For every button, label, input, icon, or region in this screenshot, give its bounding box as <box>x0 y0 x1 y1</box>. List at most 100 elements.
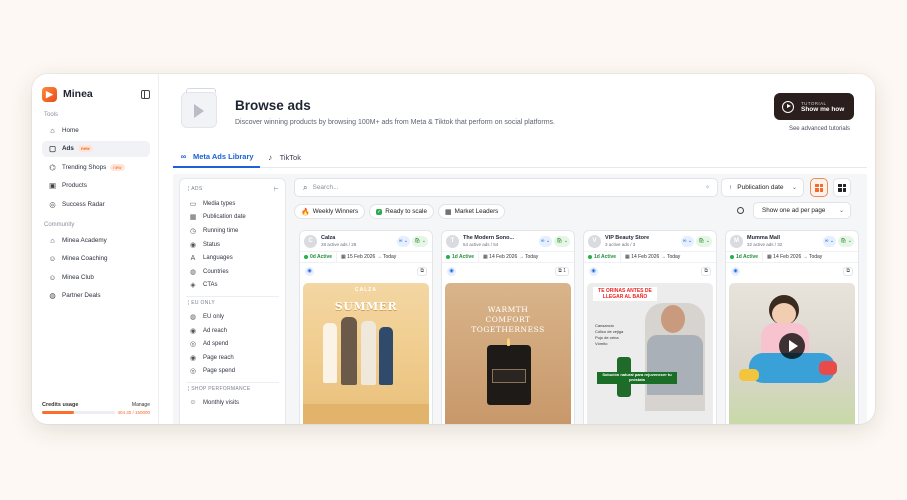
shopify-icon[interactable]: 🛍 ⌄ <box>554 235 570 247</box>
meta-platform-icon[interactable]: ∞ ⌄ <box>680 235 695 247</box>
sidebar-item-success-radar[interactable]: ◎ Success Radar <box>42 196 150 212</box>
filter-languages[interactable]: A Languages <box>186 251 279 265</box>
filter-label: Page reach <box>203 354 234 361</box>
filter-status[interactable]: ◉ Status <box>186 238 279 252</box>
search-icon: ⌕ <box>303 182 308 192</box>
sidebar-item-ads[interactable]: ▢ Ads new <box>42 140 150 157</box>
shopify-icon[interactable]: 🛍 ⌄ <box>838 235 854 247</box>
sidebar-item-minea-club[interactable]: ☺ Minea Club <box>42 269 150 285</box>
sort-icon: ↑ <box>729 184 733 191</box>
tiktok-icon: ♪ <box>268 152 273 162</box>
duplicates-icon[interactable]: ⧉ 1 <box>555 266 569 276</box>
shop-avatar[interactable]: M <box>730 234 743 248</box>
shop-name[interactable]: The Modern Sono... <box>463 235 514 242</box>
duplicates-icon[interactable]: ⧉ <box>701 266 711 276</box>
masonry-view-button[interactable] <box>833 178 851 197</box>
page-title: Browse ads <box>235 98 311 113</box>
sidebar-item-partner-deals[interactable]: ◍ Partner Deals <box>42 288 150 304</box>
page-subtitle: Discover winning products by browsing 10… <box>235 119 555 126</box>
magic-search-icon[interactable]: ✧ <box>705 184 710 191</box>
shop-name[interactable]: Calza <box>321 235 356 242</box>
ad-card[interactable]: C Calza 28 active ads / 28 ∞ ⌄ 🛍 ⌄ 0d Ac… <box>299 230 433 424</box>
advanced-tutorials-link[interactable]: See advanced tutorials <box>789 126 850 132</box>
chip-market-leaders[interactable]: ▦ Market Leaders <box>437 204 506 219</box>
meta-platform-icon[interactable]: ∞ ⌄ <box>822 235 837 247</box>
duplicates-icon[interactable]: ⧉ <box>843 266 853 276</box>
ad-creative[interactable]: CALZA SUMMER <box>303 283 429 424</box>
meta-platform-icon[interactable]: ∞ ⌄ <box>396 235 411 247</box>
active-status-badge: 0d Active <box>300 252 338 262</box>
ad-card[interactable]: T The Modern Sono... 54 active ads / 54 … <box>441 230 575 424</box>
creative-headline: TE ORINAS ANTES DE LLEGAR AL BAÑO <box>593 287 657 301</box>
ad-card[interactable]: V VIP Beauty Store 3 active ads / 3 ∞ ⌄ … <box>583 230 717 424</box>
filter-running-time[interactable]: ◷ Running time <box>186 224 279 238</box>
filter-ctas[interactable]: ◈ CTAs <box>186 279 279 293</box>
search-input[interactable]: ⌕ Search... ✧ <box>294 178 718 197</box>
manage-credits-link[interactable]: Manage <box>132 402 150 408</box>
shop-avatar[interactable]: V <box>588 234 601 248</box>
facebook-icon: ◉ <box>447 266 456 276</box>
ad-date-range: 14 Feb 2026 → Today <box>631 254 681 260</box>
filter-media-types[interactable]: ▭ Media types <box>186 197 279 211</box>
grid-view-button[interactable] <box>810 178 828 197</box>
club-icon: ☺ <box>48 272 57 282</box>
shop-name[interactable]: Mumma Mall <box>747 235 782 242</box>
pin-panel-icon[interactable]: ⊢ <box>273 186 279 193</box>
shop-name[interactable]: VIP Beauty Store <box>605 235 649 242</box>
tutorial-button[interactable]: TUTORIAL Show me how <box>774 93 854 120</box>
app-window: ▶ Minea Tools ⌂ Home ▢ Ads new ⌬ Trending Shop… <box>32 74 875 424</box>
shopify-icon[interactable]: 🛍 ⌄ <box>696 235 712 247</box>
credits-progress-fill <box>42 410 75 414</box>
meta-platform-icon[interactable]: ∞ ⌄ <box>538 235 553 247</box>
chip-ready-to-scale[interactable]: ✓ Ready to scale <box>369 204 434 219</box>
filter-label: Media types <box>203 200 236 207</box>
ad-date-range: 15 Feb 2026 → Today <box>347 254 397 260</box>
sidebar-collapse-icon[interactable] <box>141 89 150 99</box>
filter-monthly-visits[interactable]: ☺ Monthly visits <box>186 396 279 410</box>
filter-label: Monthly visits <box>203 399 240 406</box>
ad-date-range: 14 Feb 2026 → Today <box>773 254 823 260</box>
ad-creative[interactable]: TE ORINAS ANTES DE LLEGAR AL BAÑO Cansan… <box>587 283 713 424</box>
filter-eu-only[interactable]: ◍ EU only <box>186 310 279 324</box>
ad-creative[interactable]: WARMTH COMFORT TOGETHERNESS <box>445 283 571 424</box>
filter-page-reach[interactable]: ◉ Page reach <box>186 351 279 365</box>
active-ads-count: 28 active ads / 28 <box>321 242 357 247</box>
filters-panel: ¦ ADS ⊢ ▭ Media types ▦ Publication date ◷ Ru… <box>179 178 286 424</box>
filter-page-spend[interactable]: ◎ Page spend <box>186 365 279 379</box>
shop-avatar[interactable]: T <box>446 234 459 248</box>
ads-per-page-select[interactable]: Show one ad per page ⌄ <box>753 202 851 219</box>
sidebar-item-trending-shops[interactable]: ⌬ Trending Shops new <box>42 159 150 175</box>
filter-publication-date[interactable]: ▦ Publication date <box>186 211 279 225</box>
ad-creative[interactable] <box>729 283 855 424</box>
ad-card[interactable]: M Mumma Mall 32 active ads / 32 ∞ ⌄ 🛍 ⌄ … <box>725 230 859 424</box>
sidebar-item-label: Home <box>62 126 79 134</box>
sidebar-item-home[interactable]: ⌂ Home <box>42 122 150 138</box>
filter-ad-reach[interactable]: ◉ Ad reach <box>186 324 279 338</box>
play-video-button[interactable] <box>779 333 805 359</box>
active-status-badge: 1d Active <box>584 252 622 262</box>
shop-avatar[interactable]: C <box>304 234 317 248</box>
duplicates-icon[interactable]: ⧉ <box>417 266 427 276</box>
creative-image <box>729 283 855 424</box>
filter-countries[interactable]: ◍ Countries <box>186 265 279 279</box>
sidebar-item-minea-coaching[interactable]: ☺ Minea Coaching <box>42 251 150 267</box>
filter-label: Running time <box>203 227 239 234</box>
filter-icon: ◉ <box>189 327 197 335</box>
creative-image: WARMTH COMFORT TOGETHERNESS <box>445 283 571 424</box>
minea-logo[interactable]: ▶ <box>42 86 57 102</box>
tab-meta-ads-library[interactable]: ∞ Meta Ads Library <box>173 146 260 168</box>
sidebar-item-minea-academy[interactable]: ⌂ Minea Academy <box>42 232 150 248</box>
sidebar-item-products[interactable]: ▣ Products <box>42 178 150 194</box>
quick-filter-chips: 🔥 Weekly Winners ✓ Ready to scale ▦ Market … <box>294 204 506 219</box>
shop-filter-section-label: ¦ SHOP PERFORMANCE <box>188 386 251 393</box>
creative-banner: Solución natural para rejuvenecer tu pró… <box>597 372 677 384</box>
credits-progress-bar: 404.30 / 150000 <box>42 409 150 415</box>
check-icon: ✓ <box>376 208 383 215</box>
filter-label: EU only <box>203 313 225 320</box>
chip-weekly-winners[interactable]: 🔥 Weekly Winners <box>294 204 366 219</box>
tab-tiktok[interactable]: ♪ TikTok <box>260 146 307 168</box>
shopify-icon[interactable]: 🛍 ⌄ <box>412 235 428 247</box>
filter-icon: ◉ <box>189 241 197 249</box>
sort-dropdown[interactable]: ↑ Publication date ⌄ <box>721 178 804 197</box>
filter-ad-spend[interactable]: ◎ Ad spend <box>186 337 279 351</box>
